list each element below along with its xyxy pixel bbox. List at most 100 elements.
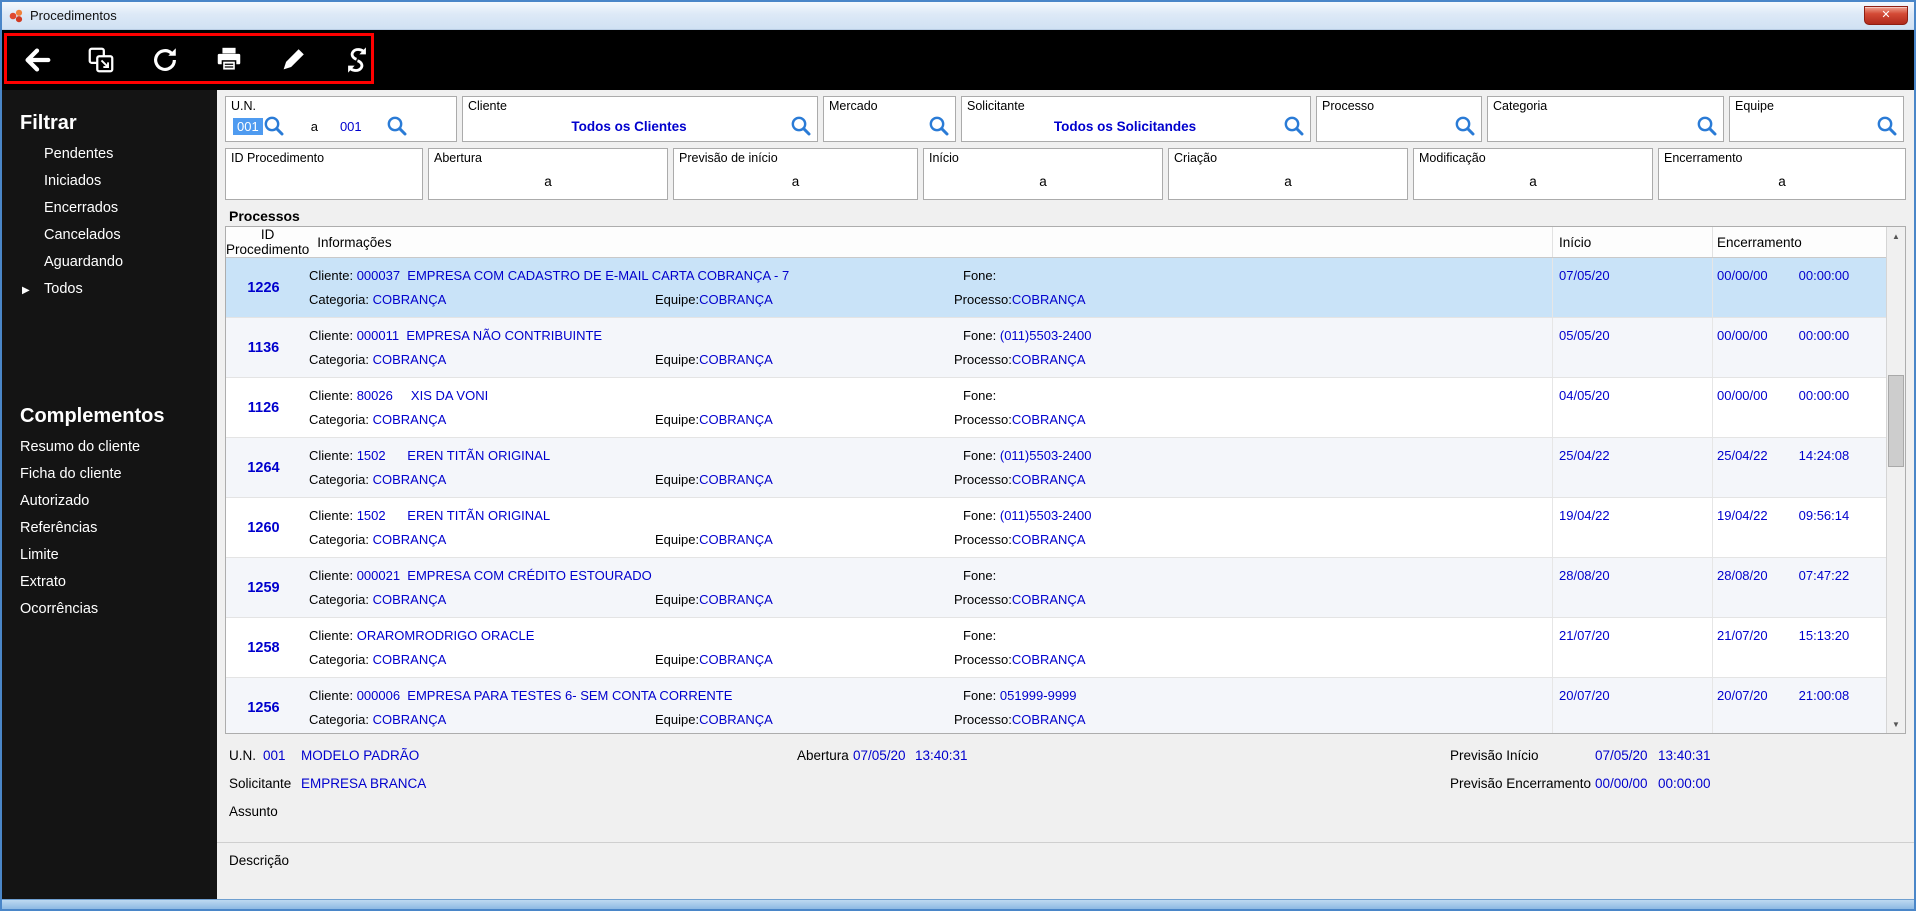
sidebar-item-referencias[interactable]: Referências — [2, 515, 217, 542]
close-button[interactable]: ✕ — [1864, 6, 1908, 25]
back-button[interactable] — [20, 43, 54, 77]
row-info: Cliente: 80026 XIS DA VONI Fone: Categor… — [309, 388, 1086, 427]
row-encerramento: 20/07/20 21:00:08 — [1712, 678, 1886, 733]
un-from-input[interactable]: 001 — [233, 117, 263, 135]
print-button[interactable] — [212, 43, 246, 77]
previsao-encerramento-time: 00:00:00 — [1658, 776, 1711, 791]
search-icon[interactable] — [790, 115, 812, 137]
sidebar-item-resumo-do-cliente[interactable]: Resumo do cliente — [2, 434, 217, 461]
sidebar-item-ficha-do-cliente[interactable]: Ficha do cliente — [2, 461, 217, 488]
table-row[interactable]: 1126 Cliente: 80026 XIS DA VONI Fone: Ca… — [226, 378, 1886, 438]
export-button[interactable] — [84, 43, 118, 77]
row-id[interactable]: 1264 — [226, 438, 301, 497]
sidebar-item-autorizado[interactable]: Autorizado — [2, 488, 217, 515]
column-header-id[interactable]: ID Procedimento — [226, 227, 309, 257]
sidebar-item-aguardando[interactable]: Aguardando — [2, 249, 217, 276]
filter-id-procedimento[interactable]: ID Procedimento — [225, 148, 423, 200]
search-icon[interactable] — [1283, 115, 1305, 137]
row-equipe: COBRANÇA — [699, 292, 773, 307]
row-fone: (011)5503-2400 — [999, 508, 1092, 523]
filter-criacao[interactable]: Criação a — [1168, 148, 1408, 200]
filter-abertura[interactable]: Abertura a — [428, 148, 668, 200]
row-id[interactable]: 1260 — [226, 498, 301, 557]
sidebar-item-limite[interactable]: Limite — [2, 542, 217, 569]
table-row[interactable]: 1259 Cliente: 000021 EMPRESA COM CRÉDITO… — [226, 558, 1886, 618]
vertical-scrollbar[interactable]: ▲ ▼ — [1886, 227, 1905, 733]
filter-modificacao[interactable]: Modificação a — [1413, 148, 1653, 200]
filter-encerramento[interactable]: Encerramento a — [1658, 148, 1906, 200]
edit-button[interactable] — [276, 43, 310, 77]
abertura-time: 13:40:31 — [915, 748, 968, 763]
row-categoria: COBRANÇA — [372, 292, 447, 307]
refresh-button[interactable] — [148, 43, 182, 77]
row-id[interactable]: 1258 — [226, 618, 301, 677]
filter-mercado: Mercado — [823, 96, 956, 142]
search-icon[interactable] — [1696, 115, 1718, 137]
main-content: U.N. 001 a 001 Cliente Todos os Clientes — [217, 90, 1914, 899]
table-row[interactable]: 1258 Cliente: ORAROMRODRIGO ORACLE Fone:… — [226, 618, 1886, 678]
table-row[interactable]: 1264 Cliente: 1502 EREN TITÃN ORIGINAL F… — [226, 438, 1886, 498]
row-info: Cliente: 000006 EMPRESA PARA TESTES 6- S… — [309, 688, 1086, 727]
table-row[interactable]: 1256 Cliente: 000006 EMPRESA PARA TESTES… — [226, 678, 1886, 733]
row-id[interactable]: 1256 — [226, 678, 301, 733]
processos-table: ID Procedimento Informações Início Encer… — [225, 226, 1906, 734]
row-id[interactable]: 1136 — [226, 318, 301, 377]
filter-inicio[interactable]: Início a — [923, 148, 1163, 200]
sidebar-item-encerrados[interactable]: Encerrados — [2, 195, 217, 222]
column-header-encerramento[interactable]: Encerramento — [1712, 227, 1886, 257]
titlebar[interactable]: Procedimentos ✕ — [2, 2, 1914, 30]
solicitante-value[interactable]: Todos os Solicitandes — [967, 119, 1283, 134]
previsao-inicio-time: 13:40:31 — [1658, 748, 1711, 763]
row-equipe: COBRANÇA — [699, 652, 773, 667]
sidebar-item-todos[interactable]: ▶ Todos — [2, 276, 217, 303]
row-inicio: 07/05/20 — [1552, 258, 1712, 317]
row-encerramento: 25/04/22 14:24:08 — [1712, 438, 1886, 497]
sync-button[interactable] — [340, 43, 374, 77]
search-icon[interactable] — [928, 115, 950, 137]
sidebar-item-cancelados[interactable]: Cancelados — [2, 222, 217, 249]
sidebar-item-iniciados[interactable]: Iniciados — [2, 168, 217, 195]
table-header: ID Procedimento Informações Início Encer… — [226, 227, 1886, 258]
filter-previsao-de-inicio[interactable]: Previsão de início a — [673, 148, 918, 200]
column-header-informacoes[interactable]: Informações — [309, 235, 1552, 250]
abertura-label: Abertura — [797, 748, 849, 763]
search-icon[interactable] — [1876, 115, 1898, 137]
scrollbar-down-button[interactable]: ▼ — [1887, 715, 1905, 733]
filter-row-1: U.N. 001 a 001 Cliente Todos os Clientes — [217, 96, 1914, 142]
row-processo: COBRANÇA — [1011, 712, 1086, 727]
sidebar-item-ocorrencias[interactable]: Ocorrências — [2, 596, 217, 623]
filter-processo: Processo — [1316, 96, 1482, 142]
table-row[interactable]: 1136 Cliente: 000011 EMPRESA NÃO CONTRIB… — [226, 318, 1886, 378]
row-processo: COBRANÇA — [1011, 292, 1086, 307]
solicitante-label: Solicitante — [229, 776, 292, 791]
un-to-input[interactable]: 001 — [340, 119, 362, 134]
row-id[interactable]: 1226 — [226, 258, 301, 317]
row-fone: 051999-9999 — [999, 688, 1077, 703]
row-equipe: COBRANÇA — [699, 412, 773, 427]
row-cliente: 80026 XIS DA VONI — [356, 388, 489, 403]
scrollbar-thumb[interactable] — [1888, 375, 1904, 467]
sidebar-item-extrato[interactable]: Extrato — [2, 569, 217, 596]
search-icon[interactable] — [386, 115, 408, 137]
edit-icon — [283, 49, 304, 70]
row-inicio: 05/05/20 — [1552, 318, 1712, 377]
row-id[interactable]: 1126 — [226, 378, 301, 437]
row-inicio: 21/07/20 — [1552, 618, 1712, 677]
row-categoria: COBRANÇA — [372, 472, 447, 487]
table-row[interactable]: 1260 Cliente: 1502 EREN TITÃN ORIGINAL F… — [226, 498, 1886, 558]
filter-row-2: ID Procedimento Abertura a Previsão de i… — [217, 148, 1914, 200]
scrollbar-up-button[interactable]: ▲ — [1887, 227, 1905, 245]
table-row[interactable]: 1226 Cliente: 000037 EMPRESA COM CADASTR… — [226, 258, 1886, 318]
search-icon[interactable] — [1454, 115, 1476, 137]
column-header-inicio[interactable]: Início — [1552, 227, 1712, 257]
row-id[interactable]: 1259 — [226, 558, 301, 617]
row-cliente: 000011 EMPRESA NÃO CONTRIBUINTE — [356, 328, 603, 343]
scrollbar-track[interactable] — [1887, 245, 1905, 715]
assunto-label: Assunto — [229, 804, 278, 819]
sidebar-item-pendentes[interactable]: Pendentes — [2, 141, 217, 168]
search-icon[interactable] — [263, 115, 285, 137]
row-equipe: COBRANÇA — [699, 352, 773, 367]
abertura-date: 07/05/20 — [853, 748, 906, 763]
cliente-value[interactable]: Todos os Clientes — [468, 119, 790, 134]
row-info: Cliente: 1502 EREN TITÃN ORIGINAL Fone: … — [309, 448, 1092, 487]
